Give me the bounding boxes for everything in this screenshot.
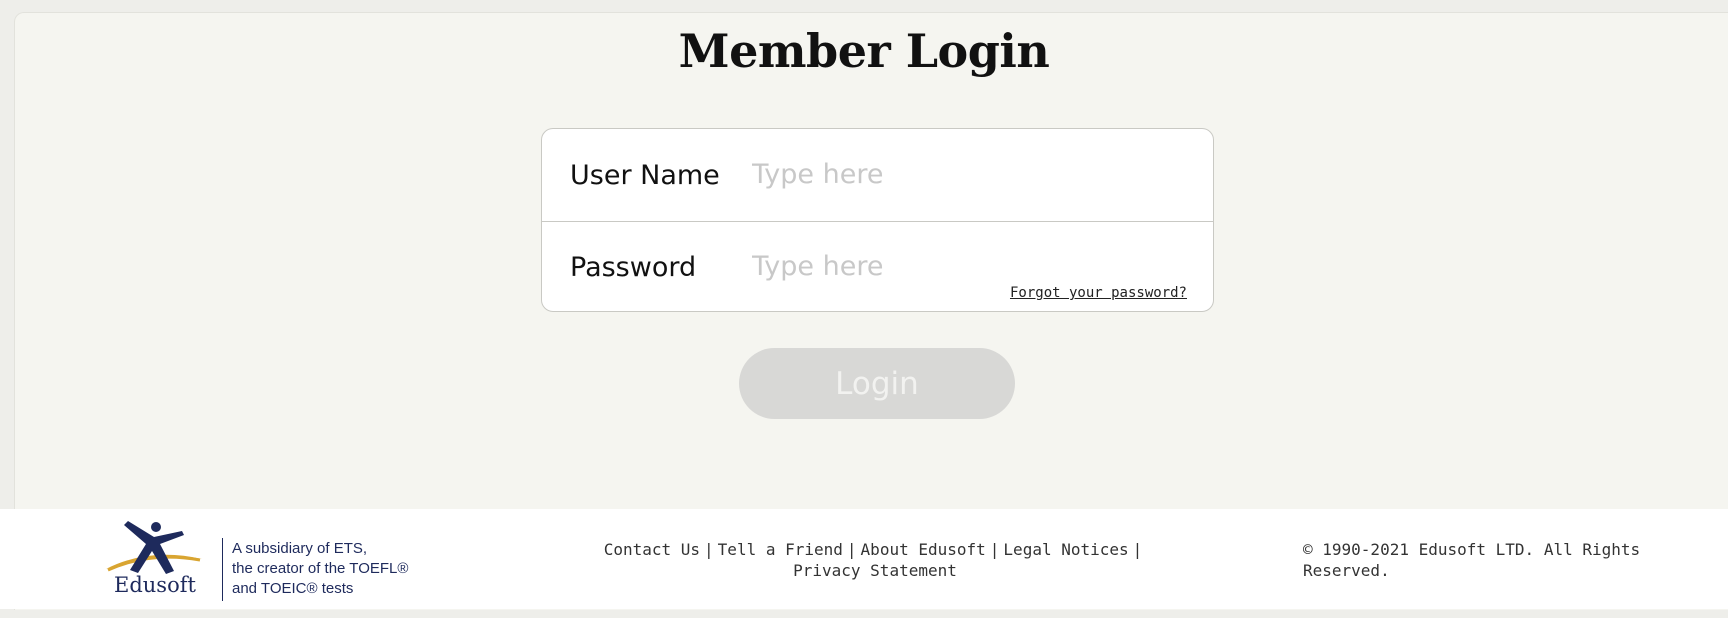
link-separator: | <box>989 540 1000 559</box>
password-input[interactable] <box>752 243 1182 289</box>
link-separator: | <box>1132 540 1143 559</box>
copyright-text: © 1990-2021 Edusoft LTD. All Rights Rese… <box>1303 540 1641 580</box>
edusoft-figure-icon <box>106 521 202 574</box>
legal-notices-link[interactable]: Legal Notices <box>1003 540 1128 559</box>
logo-divider <box>222 538 223 601</box>
username-input[interactable] <box>752 151 1182 197</box>
tagline-line-3: and TOEIC® tests <box>232 580 354 597</box>
footer-links: Contact Us | Tell a Friend | About Edusoft | L… <box>600 539 1150 581</box>
edusoft-logo-text: Edusoft <box>114 573 196 597</box>
login-button[interactable]: Login <box>739 348 1015 419</box>
link-separator: | <box>704 540 714 559</box>
contact-us-link[interactable]: Contact Us <box>604 540 700 559</box>
privacy-statement-link[interactable]: Privacy Statement <box>793 561 957 580</box>
ets-tagline: A subsidiary of ETS, the creator of the … <box>232 539 408 599</box>
tagline-line-1: A subsidiary of ETS, <box>232 540 368 557</box>
tell-a-friend-link[interactable]: Tell a Friend <box>718 540 843 559</box>
page-title: Member Login <box>678 24 1050 78</box>
password-label: Password <box>570 252 697 283</box>
forgot-password-link[interactable]: Forgot your password? <box>1010 285 1187 301</box>
username-row: User Name <box>542 129 1213 222</box>
tagline-line-2: the creator of the TOEFL® <box>232 560 409 577</box>
username-label: User Name <box>570 160 720 191</box>
link-separator: | <box>846 540 857 559</box>
about-edusoft-link[interactable]: About Edusoft <box>861 540 986 559</box>
login-form: User Name Password Forgot your password? <box>541 128 1214 312</box>
footer: Edusoft A subsidiary of ETS, the creator… <box>0 509 1728 609</box>
password-row: Password Forgot your password? <box>542 221 1213 313</box>
